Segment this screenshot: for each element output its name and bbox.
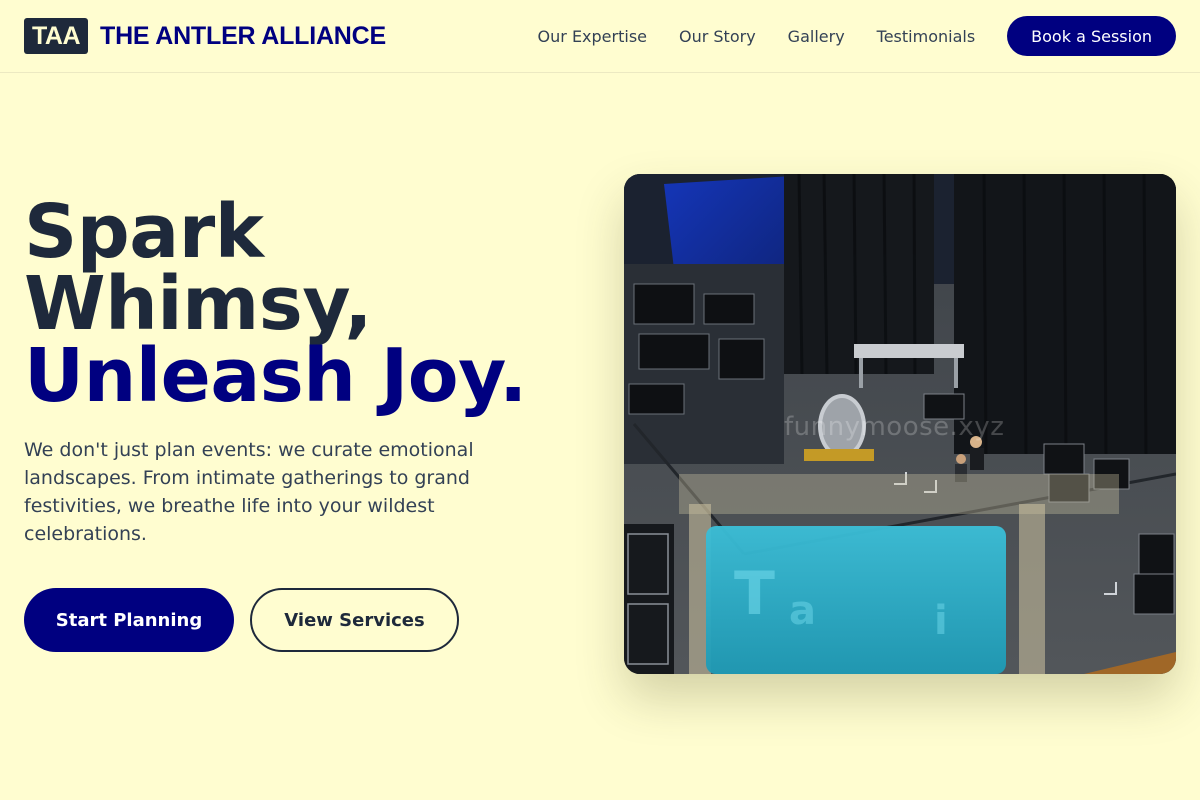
hero-section: Spark Whimsy, Unleash Joy. We don't just… <box>24 189 584 652</box>
headline-line-2: Whimsy, <box>24 261 372 347</box>
svg-text:a: a <box>789 588 816 634</box>
hero-actions: Start Planning View Services <box>24 588 584 652</box>
hero-lead: We don't just plan events: we curate emo… <box>24 439 474 545</box>
headline-line-1: Spark <box>24 189 264 275</box>
nav-link-our-expertise[interactable]: Our Expertise <box>538 27 647 46</box>
brand-name: THE ANTLER ALLIANCE <box>100 21 386 50</box>
nav-link-testimonials[interactable]: Testimonials <box>877 27 976 46</box>
book-session-button[interactable]: Book a Session <box>1007 16 1176 56</box>
hero-headline: Spark Whimsy, Unleash Joy. <box>24 189 584 419</box>
headline-accent: Unleash Joy. <box>24 333 527 419</box>
brand[interactable]: TAA THE ANTLER ALLIANCE <box>24 18 386 54</box>
site-header: TAA THE ANTLER ALLIANCE Our Expertise Ou… <box>0 0 1200 73</box>
nav-link-our-story[interactable]: Our Story <box>679 27 756 46</box>
hero-venue-photo: T a i funnymoose.xyz <box>624 174 1176 674</box>
svg-text:i: i <box>934 598 948 644</box>
nav-link-gallery[interactable]: Gallery <box>788 27 845 46</box>
logo-mark: TAA <box>24 18 88 54</box>
view-services-button[interactable]: View Services <box>250 588 459 652</box>
image-watermark: funnymoose.xyz <box>784 412 1005 442</box>
svg-text:T: T <box>734 559 775 629</box>
start-planning-button[interactable]: Start Planning <box>24 588 234 652</box>
main-nav: Our Expertise Our Story Gallery Testimon… <box>538 16 1176 56</box>
